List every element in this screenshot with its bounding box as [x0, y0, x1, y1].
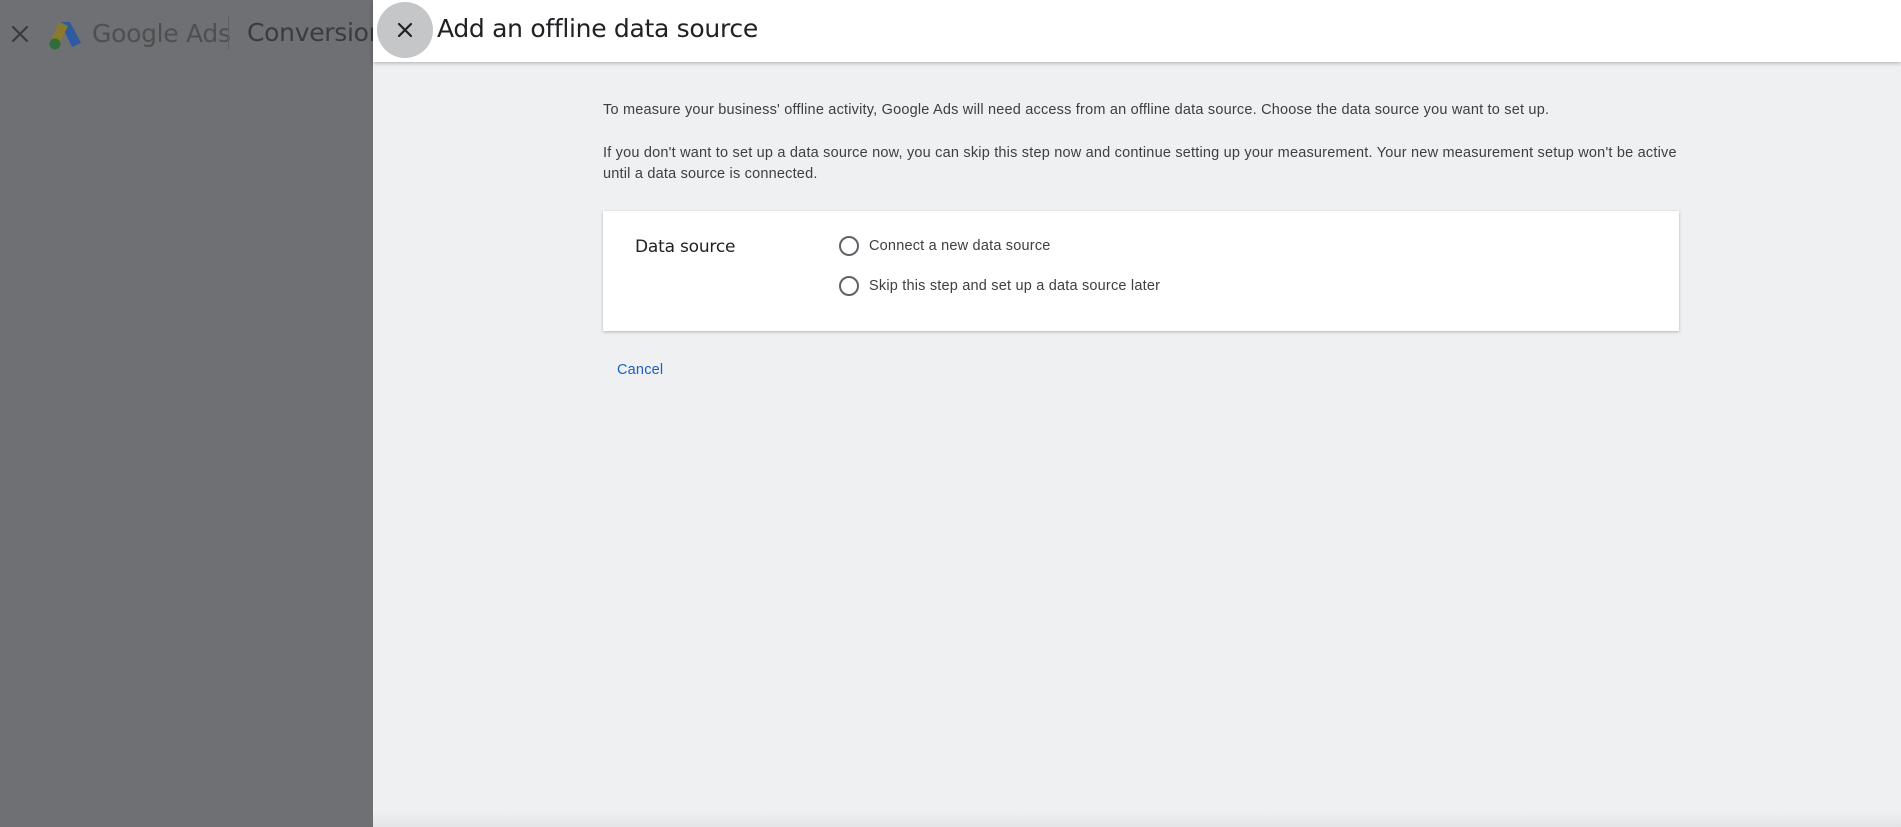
radio-button[interactable]: [839, 236, 859, 256]
radio-label: Connect a new data source: [869, 238, 1051, 254]
sheet-close-button[interactable]: [377, 2, 433, 58]
bottom-shadow: [373, 811, 1901, 827]
description-paragraph-2: If you don't want to set up a data sourc…: [603, 145, 1677, 182]
data-source-card: Data source Connect a new data source Sk…: [603, 211, 1679, 331]
sheet-header: Add an offline data source: [373, 0, 1901, 62]
offline-data-source-sheet: Add an offline data source To measure yo…: [373, 0, 1901, 827]
header-divider: [228, 16, 229, 50]
data-source-label: Data source: [635, 237, 736, 257]
brand-name: Google Ads: [92, 19, 231, 48]
sheet-title: Add an offline data source: [437, 14, 758, 43]
cancel-button[interactable]: Cancel: [617, 362, 663, 378]
radio-button[interactable]: [839, 276, 859, 296]
google-ads-logo-icon: [48, 18, 82, 50]
close-icon: [397, 22, 413, 38]
radio-connect-new-data-source[interactable]: Connect a new data source: [839, 236, 1051, 256]
description-paragraph-1: To measure your business' offline activi…: [603, 102, 1550, 118]
radio-skip-this-step[interactable]: Skip this step and set up a data source …: [839, 276, 1160, 296]
radio-label: Skip this step and set up a data source …: [869, 278, 1161, 294]
sheet-description: To measure your business' offline activi…: [603, 100, 1683, 185]
close-icon: [8, 22, 32, 46]
